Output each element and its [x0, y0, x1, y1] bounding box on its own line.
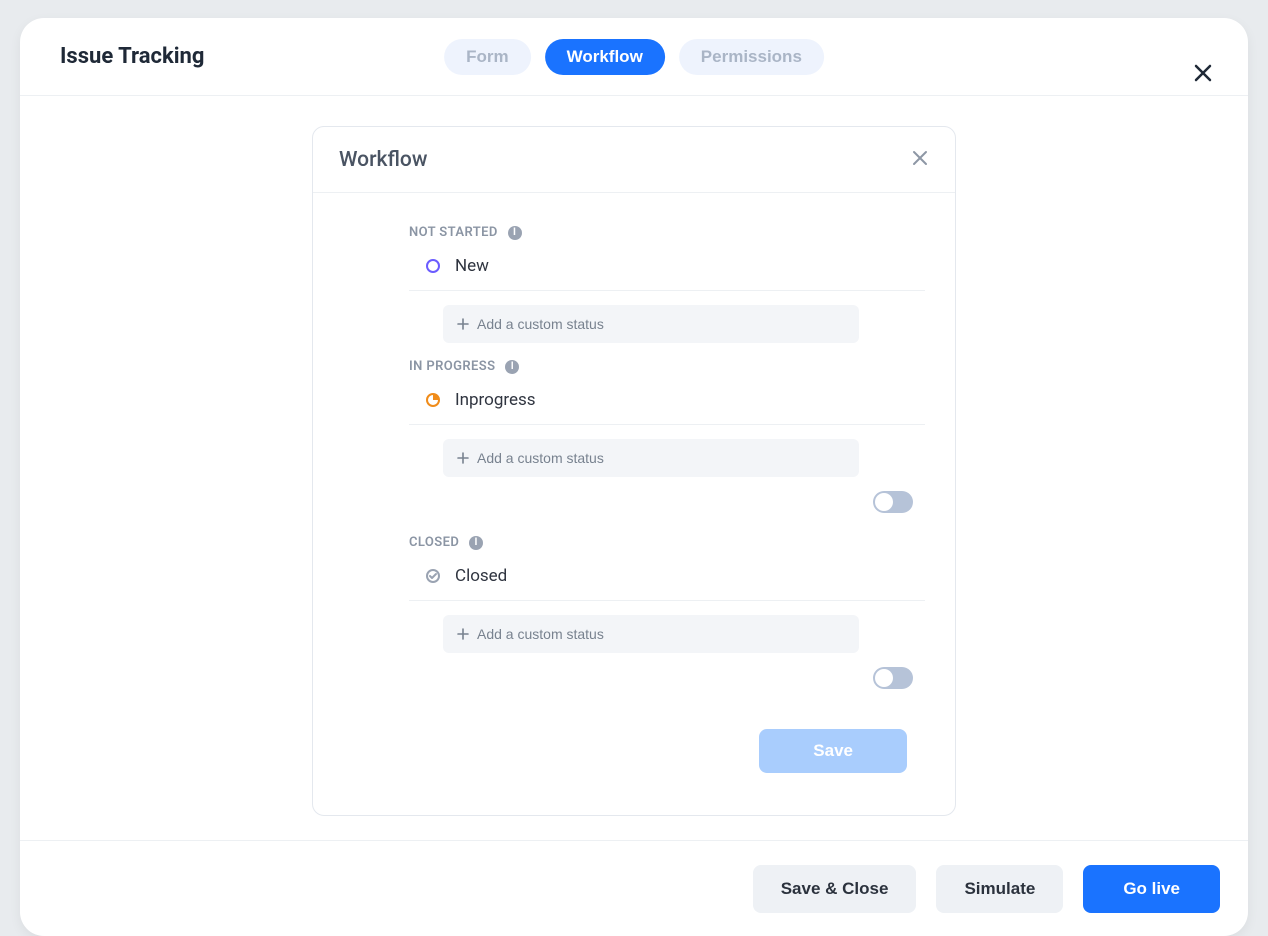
- section-heading-text: NOT STARTED: [409, 225, 498, 240]
- info-icon[interactable]: i: [508, 226, 522, 240]
- circle-icon: [425, 258, 441, 274]
- status-label: New: [455, 256, 489, 276]
- add-custom-status-button[interactable]: Add a custom status: [443, 615, 859, 653]
- section-heading: NOT STARTED i: [343, 225, 925, 240]
- card-title: Workflow: [339, 148, 427, 172]
- status-item-closed[interactable]: Closed: [409, 562, 925, 601]
- close-button[interactable]: [1192, 62, 1214, 87]
- card-body: NOT STARTED i New Add a custom status: [313, 193, 955, 815]
- modal-dialog: Issue Tracking Form Workflow Permissions…: [20, 18, 1248, 936]
- toggle-row: [343, 653, 925, 695]
- tab-permissions[interactable]: Permissions: [679, 39, 824, 75]
- section-toggle[interactable]: [873, 491, 913, 513]
- info-icon[interactable]: i: [469, 536, 483, 550]
- section-not-started: NOT STARTED i New Add a custom status: [343, 225, 925, 343]
- modal-body: Workflow NOT STARTED i New: [20, 96, 1248, 840]
- add-custom-label: Add a custom status: [477, 316, 604, 332]
- workflow-card: Workflow NOT STARTED i New: [312, 126, 956, 816]
- add-custom-status-button[interactable]: Add a custom status: [443, 439, 859, 477]
- section-in-progress: IN PROGRESS i Inprogress Add a custom st…: [343, 359, 925, 519]
- plus-icon: [457, 452, 469, 464]
- card-footer: Save: [343, 711, 925, 791]
- status-item-new[interactable]: New: [409, 252, 925, 291]
- card-header: Workflow: [313, 127, 955, 193]
- modal-header: Issue Tracking Form Workflow Permissions: [20, 18, 1248, 96]
- tab-workflow[interactable]: Workflow: [545, 39, 665, 75]
- go-live-button[interactable]: Go live: [1083, 865, 1220, 913]
- half-circle-icon: [425, 392, 441, 408]
- modal-footer: Save & Close Simulate Go live: [20, 840, 1248, 936]
- plus-icon: [457, 318, 469, 330]
- section-heading: IN PROGRESS i: [343, 359, 925, 374]
- add-custom-status-button[interactable]: Add a custom status: [443, 305, 859, 343]
- plus-icon: [457, 628, 469, 640]
- info-icon[interactable]: i: [505, 360, 519, 374]
- card-close-button[interactable]: [911, 149, 929, 170]
- section-heading: CLOSED i: [343, 535, 925, 550]
- status-label: Closed: [455, 566, 507, 586]
- section-heading-text: IN PROGRESS: [409, 359, 495, 374]
- check-circle-icon: [425, 568, 441, 584]
- save-button[interactable]: Save: [759, 729, 907, 773]
- simulate-button[interactable]: Simulate: [936, 865, 1063, 913]
- status-item-inprogress[interactable]: Inprogress: [409, 386, 925, 425]
- close-icon: [1192, 62, 1214, 84]
- add-custom-label: Add a custom status: [477, 450, 604, 466]
- save-and-close-button[interactable]: Save & Close: [753, 865, 917, 913]
- section-closed: CLOSED i Closed Add a custom status: [343, 535, 925, 695]
- section-toggle[interactable]: [873, 667, 913, 689]
- page-title: Issue Tracking: [60, 44, 204, 69]
- tab-bar: Form Workflow Permissions: [444, 39, 824, 75]
- section-heading-text: CLOSED: [409, 535, 459, 550]
- status-label: Inprogress: [455, 390, 536, 410]
- close-icon: [911, 149, 929, 167]
- add-custom-label: Add a custom status: [477, 626, 604, 642]
- toggle-row: [343, 477, 925, 519]
- tab-form[interactable]: Form: [444, 39, 531, 75]
